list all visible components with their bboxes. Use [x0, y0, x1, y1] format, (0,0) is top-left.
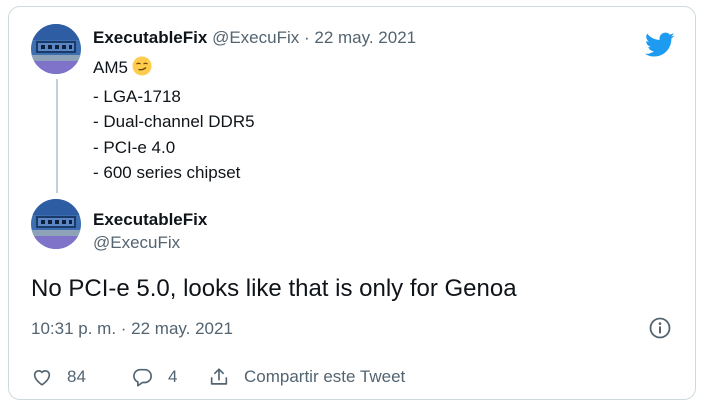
text-line: AM5 [93, 55, 255, 84]
thread-connector [56, 79, 58, 193]
reply-button[interactable]: 4 [130, 366, 177, 388]
reply-icon [133, 368, 152, 387]
heart-icon [33, 370, 51, 386]
quoted-tweet-header: ExecutableFix @ExecuFix · 22 may. 2021 [93, 28, 416, 48]
author-name[interactable]: ExecutableFix [93, 210, 207, 230]
tweet-timestamp[interactable]: 10:31 p. m. · 22 may. 2021 [31, 319, 233, 339]
author-handle[interactable]: @ExecuFix [212, 28, 299, 47]
separator: · [303, 28, 310, 47]
share-button[interactable]: Compartir este Tweet [208, 366, 405, 388]
share-icon [210, 368, 228, 385]
avatar[interactable] [31, 199, 81, 249]
tweet-date[interactable]: 22 may. 2021 [314, 28, 416, 47]
share-label: Compartir este Tweet [244, 367, 406, 386]
smirking-face-emoji [132, 56, 152, 84]
info-icon[interactable] [648, 316, 672, 340]
author-handle[interactable]: @ExecuFix [93, 233, 180, 253]
tweet-text: No PCI-e 5.0, looks like that is only fo… [31, 275, 517, 302]
author-name[interactable]: ExecutableFix [93, 28, 207, 47]
reply-count: 4 [168, 367, 178, 386]
text-line: - LGA-1718 [93, 86, 181, 106]
text-line: - 600 series chipset [93, 163, 241, 183]
like-count: 84 [67, 367, 86, 386]
avatar[interactable] [31, 24, 81, 74]
quoted-tweet-text: AM5 - LGA-1718 - Dual-channel DDR5 - PCI… [93, 55, 255, 186]
twitter-bird-icon[interactable] [644, 32, 675, 58]
tweet-card: ExecutableFix @ExecuFix · 22 may. 2021 A… [8, 6, 696, 400]
text-line: - PCI-e 4.0 [93, 137, 176, 157]
like-button[interactable]: 84 [31, 366, 86, 388]
text-line: - Dual-channel DDR5 [93, 112, 255, 132]
